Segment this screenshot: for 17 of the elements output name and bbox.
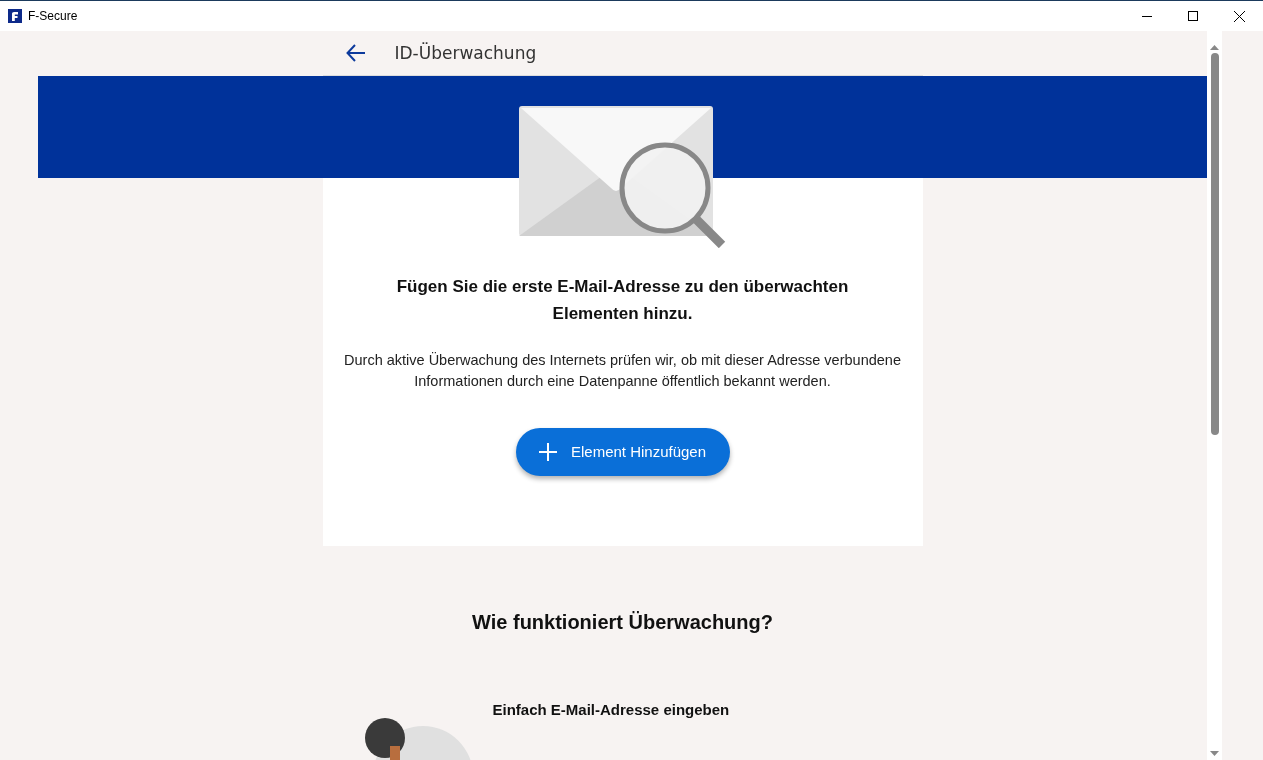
window-title: F-Secure [28,9,78,23]
step-title: Einfach E-Mail-Adresse eingeben [492,700,730,718]
scroll-down-icon[interactable] [1210,751,1219,756]
section-heading: Wie funktioniert Überwachung? [472,610,773,634]
maximize-icon[interactable] [1188,11,1198,21]
app-logo-icon [8,9,22,23]
plus-icon [538,442,557,461]
page-title: ID-Überwachung [394,42,537,63]
card-description: Durch aktive Überwachung des Internets prüfen wir, ob mit dieser Adresse verbundene Informationen durch eine Datenpanne öffentlich bekannt werden. [343,350,902,391]
scrollbar-thumb[interactable] [1210,53,1219,435]
envelope-search-icon [518,105,727,248]
card-heading: Fügen Sie die erste E-Mail-Adresse zu den überwachten Elementen hinzu. [395,275,850,325]
scroll-up-icon[interactable] [1210,45,1219,50]
add-item-button[interactable]: Element Hinzufügen [515,427,730,476]
person-illustration-icon [362,715,473,760]
close-icon[interactable] [1234,10,1245,22]
back-arrow-icon[interactable] [345,43,366,62]
